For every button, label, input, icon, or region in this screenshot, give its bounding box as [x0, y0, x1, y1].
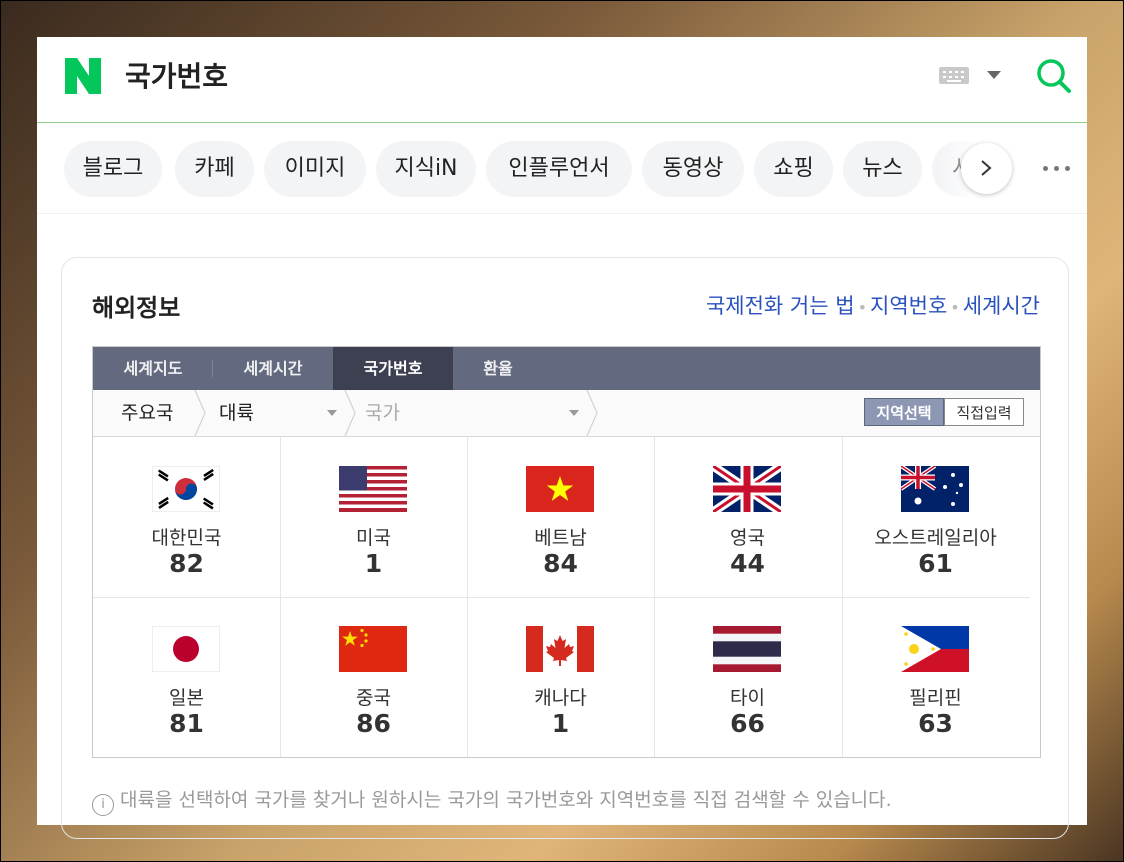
country-grid: 대한민국 82 미국 1 베트남 84 영국 44 오스트레일리아 61 일본 … — [93, 437, 1040, 757]
ph-flag-icon — [901, 626, 969, 672]
country-item[interactable]: 베트남 84 — [467, 437, 654, 597]
continent-select[interactable]: 대륙 — [219, 390, 343, 436]
info-text: 대륙을 선택하여 국가를 찾거나 원하시는 국가의 국가번호와 지역번호를 직접… — [120, 789, 892, 811]
card-links: 국제전화 거는 법 • 지역번호 • 세계시간 — [706, 290, 1040, 320]
country-item[interactable]: 오스트레일리아 61 — [842, 437, 1029, 597]
country-name: 미국 — [356, 527, 391, 549]
keyboard-icon[interactable] — [939, 67, 969, 84]
country-code: 1 — [551, 709, 570, 738]
world-time-link[interactable]: 세계시간 — [963, 294, 1040, 318]
chevron-down-icon[interactable] — [987, 71, 1001, 79]
country-code-widget: 세계지도 세계시간 국가번호 환율 주요국 대륙 국가 지역선택 직접입력 대한… — [92, 346, 1041, 758]
tab-label: 세계지도 — [123, 359, 183, 378]
tab-image[interactable]: 이미지 — [264, 141, 366, 197]
tab-video[interactable]: 동영상 — [642, 141, 744, 197]
country-name: 일본 — [169, 687, 204, 709]
tab-label: 환율 — [483, 359, 513, 378]
overseas-info-card: 해외정보 국제전화 거는 법 • 지역번호 • 세계시간 세계지도 세계시간 국가번호 … — [61, 257, 1069, 839]
more-icon[interactable] — [1043, 164, 1073, 174]
tab-country-code[interactable]: 국가번호 — [333, 347, 453, 390]
country-code: 82 — [169, 549, 204, 578]
breadcrumb-separator — [586, 390, 598, 436]
country-name: 중국 — [356, 687, 391, 709]
naver-logo[interactable] — [65, 58, 101, 94]
search-query[interactable]: 국가번호 — [125, 55, 228, 95]
continent-select-value: 대륙 — [219, 402, 254, 424]
area-code-link[interactable]: 지역번호 — [870, 294, 947, 318]
country-name: 영국 — [730, 527, 765, 549]
search-bar: 국가번호 — [37, 37, 1087, 123]
direct-input-button[interactable]: 직접입력 — [944, 398, 1024, 426]
country-code: 44 — [730, 549, 765, 578]
filter-bar: 주요국 대륙 국가 지역선택 직접입력 — [93, 390, 1040, 437]
region-select-button[interactable]: 지역선택 — [864, 398, 944, 426]
widget-tabs: 세계지도 세계시간 국가번호 환율 — [93, 347, 1040, 390]
vn-flag-icon — [526, 466, 594, 512]
separator-dot: • — [950, 298, 960, 317]
search-results-panel: 국가번호 블로그 카페 이미지 지식iN 인플루언서 동영상 쇼핑 뉴스 서 해 — [37, 37, 1087, 839]
tab-news[interactable]: 뉴스 — [843, 141, 922, 197]
jp-flag-icon — [152, 626, 220, 672]
country-select-placeholder: 국가 — [365, 402, 400, 424]
country-name: 오스트레일리아 — [874, 527, 997, 549]
country-code: 86 — [356, 709, 391, 738]
tab-blog[interactable]: 블로그 — [64, 141, 162, 197]
country-code: 84 — [543, 549, 578, 578]
au-flag-icon — [901, 466, 969, 512]
tabs-next-button[interactable] — [961, 143, 1012, 194]
country-item[interactable]: 필리핀 63 — [842, 597, 1029, 757]
card-title: 해외정보 — [92, 294, 181, 322]
country-item[interactable]: 영국 44 — [654, 437, 841, 597]
tab-influencer[interactable]: 인플루언서 — [486, 141, 632, 197]
divider — [37, 213, 1087, 214]
tab-kin[interactable]: 지식iN — [376, 141, 476, 197]
chevron-right-icon — [981, 160, 992, 176]
chevron-down-icon — [327, 410, 337, 416]
info-icon: i — [92, 794, 114, 816]
breadcrumb-root[interactable]: 주요국 — [121, 390, 173, 436]
kr-flag-icon — [152, 466, 220, 512]
info-notice: i 대륙을 선택하여 국가를 찾거나 원하시는 국가의 국가번호와 지역번호를 직… — [92, 785, 892, 816]
separator-dot: • — [857, 298, 867, 317]
country-name: 캐나다 — [534, 687, 587, 709]
tab-world-time[interactable]: 세계시간 — [213, 347, 333, 390]
country-item[interactable]: 대한민국 82 — [93, 437, 280, 597]
country-select[interactable]: 국가 — [365, 390, 585, 436]
tab-world-map[interactable]: 세계지도 — [93, 347, 213, 390]
search-icon[interactable] — [1035, 57, 1073, 95]
us-flag-icon — [339, 466, 407, 512]
country-name: 대한민국 — [151, 527, 222, 549]
country-code: 61 — [918, 549, 953, 578]
breadcrumb-separator — [344, 390, 356, 436]
country-code: 81 — [169, 709, 204, 738]
breadcrumb-separator — [194, 390, 206, 436]
tab-cafe[interactable]: 카페 — [175, 141, 254, 197]
ca-flag-icon — [526, 626, 594, 672]
country-item[interactable]: 미국 1 — [280, 437, 467, 597]
country-name: 타이 — [730, 687, 765, 709]
uk-flag-icon — [713, 466, 781, 512]
chevron-down-icon — [569, 410, 579, 416]
tab-shopping[interactable]: 쇼핑 — [754, 141, 833, 197]
country-item[interactable]: 타이 66 — [654, 597, 841, 757]
country-name: 베트남 — [534, 527, 587, 549]
cn-flag-icon — [339, 626, 407, 672]
intl-call-link[interactable]: 국제전화 거는 법 — [706, 294, 855, 318]
country-item[interactable]: 일본 81 — [93, 597, 280, 757]
country-code: 63 — [918, 709, 953, 738]
tab-label: 세계시간 — [243, 359, 303, 378]
country-code: 1 — [364, 549, 383, 578]
country-name: 필리핀 — [909, 687, 962, 709]
tab-exchange-rate[interactable]: 환율 — [453, 347, 543, 390]
country-item[interactable]: 캐나다 1 — [467, 597, 654, 757]
tab-label: 국가번호 — [363, 359, 423, 378]
country-code: 66 — [730, 709, 765, 738]
country-item[interactable]: 중국 86 — [280, 597, 467, 757]
th-flag-icon — [713, 626, 781, 672]
